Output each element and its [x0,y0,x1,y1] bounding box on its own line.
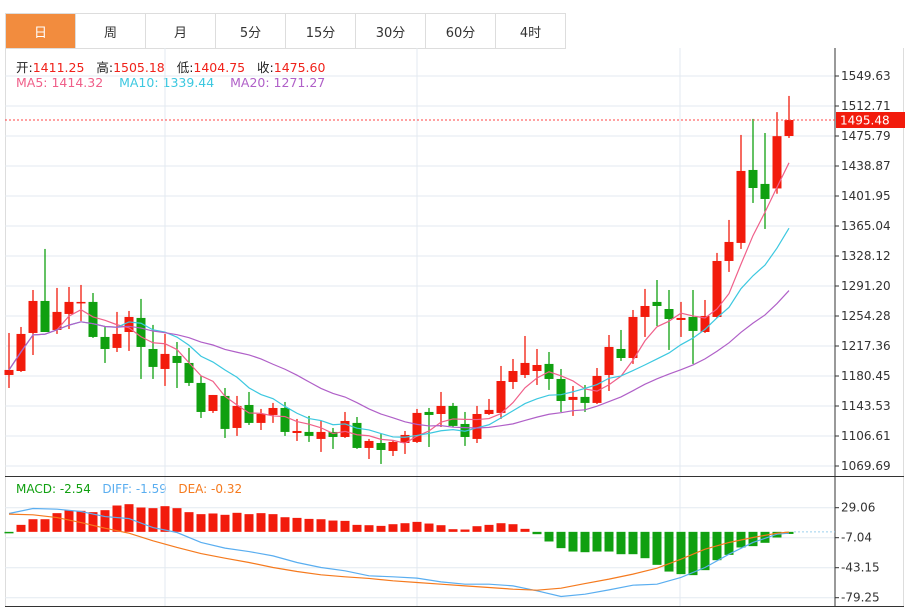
close-label: 收: [257,60,274,75]
diff-value: DIFF: -1.59 [102,482,167,496]
chart-frame [5,48,904,607]
period-tabs: 日周月 5分 15分 30分 60分 4时 [5,13,566,49]
macd-value: MACD: -2.54 [16,482,91,496]
tab-6[interactable]: 60分 [426,14,496,49]
tab-7[interactable]: 4时 [496,14,566,49]
tab-1[interactable]: 周 [76,14,146,49]
tab-2[interactable]: 月 [146,14,216,49]
open-value: 1411.25 [32,60,85,75]
tab-3[interactable]: 5分 [216,14,286,49]
tab-5[interactable]: 30分 [356,14,426,49]
open-label: 开: [16,60,33,75]
tab-0[interactable]: 日 [6,14,76,49]
dea-value: DEA: -0.32 [178,482,243,496]
ohlc-readout: 开:1411.25 高:1505.18 低:1404.75 收:1475.60 [16,57,325,76]
ma-readout: MA5: 1414.32 MA10: 1339.44 MA20: 1271.27 [16,75,325,90]
macd-readout: MACD: -2.54 DIFF: -1.59 DEA: -0.32 [16,482,242,496]
tab-4[interactable]: 15分 [286,14,356,49]
low-value: 1404.75 [193,60,246,75]
ma20-value: MA20: 1271.27 [230,75,326,90]
ma10-value: MA10: 1339.44 [119,75,215,90]
high-label: 高: [96,60,114,75]
close-value: 1475.60 [273,60,326,75]
ma5-value: MA5: 1414.32 [16,75,104,90]
low-label: 低: [176,60,194,75]
high-value: 1505.18 [113,60,165,75]
